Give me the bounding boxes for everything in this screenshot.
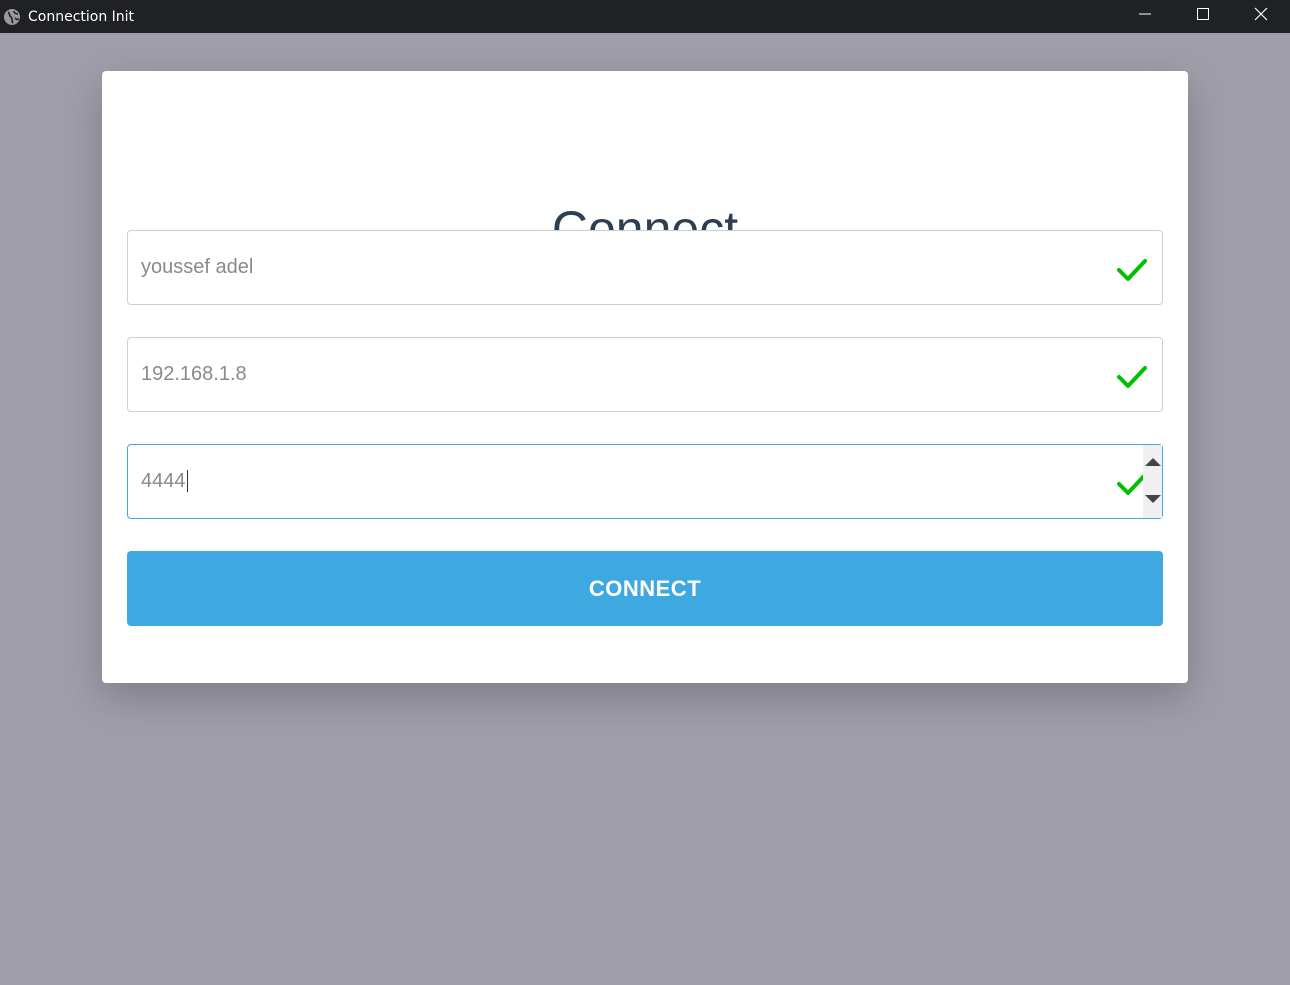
username-field[interactable]: youssef adel [127, 230, 1163, 305]
port-field[interactable]: 4444 [127, 444, 1163, 519]
window-title: Connection Init [28, 8, 135, 25]
text-caret [186, 470, 188, 492]
increment-button[interactable] [1143, 445, 1162, 481]
check-icon [1116, 257, 1148, 283]
globe-icon [3, 8, 21, 26]
port-stepper [1143, 445, 1162, 518]
check-icon [1116, 364, 1148, 390]
ip-address-field[interactable]: 192.168.1.8 [127, 337, 1163, 412]
minimize-icon [1138, 7, 1152, 26]
ip-address-value: 192.168.1.8 [141, 363, 247, 385]
window-titlebar: Connection Init [0, 0, 1290, 33]
close-button[interactable] [1232, 0, 1290, 33]
port-value: 4444 [141, 470, 188, 492]
close-icon [1254, 7, 1268, 26]
triangle-up-icon [1144, 454, 1161, 472]
maximize-button[interactable] [1174, 0, 1232, 33]
minimize-button[interactable] [1116, 0, 1174, 33]
username-value: youssef adel [141, 256, 254, 278]
connect-card: Connect youssef adel 192.168.1.8 4444 CO… [102, 71, 1188, 683]
triangle-down-icon [1144, 491, 1161, 509]
maximize-icon [1196, 7, 1210, 26]
connect-button[interactable]: CONNECT [127, 551, 1163, 626]
window-controls [1116, 0, 1290, 33]
decrement-button[interactable] [1143, 482, 1162, 518]
